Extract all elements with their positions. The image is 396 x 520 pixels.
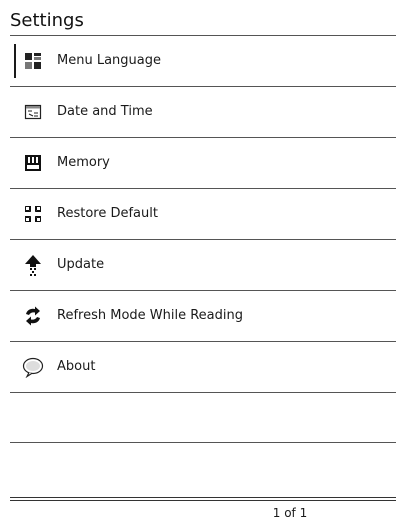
menu-item-label: Menu Language (57, 53, 161, 68)
menu-item-menu-language[interactable]: Menu Language (10, 35, 396, 86)
menu-item-refresh-mode-while-reading[interactable]: Refresh Mode While Reading (10, 290, 396, 341)
menu-item-label: Memory (57, 155, 110, 170)
language-icon (22, 50, 44, 72)
speech-bubble-icon (22, 356, 44, 379)
menu-item-label: Restore Default (57, 206, 158, 221)
footer-divider (10, 497, 396, 498)
menu-item-memory[interactable]: Memory (10, 137, 396, 188)
pagination-indicator: 1 of 1 (272, 506, 308, 520)
menu-item-restore-default[interactable]: Restore Default (10, 188, 396, 239)
menu-item-label: Refresh Mode While Reading (57, 308, 243, 323)
refresh-icon (22, 305, 44, 327)
menu-item-label: Date and Time (57, 104, 153, 119)
menu-item-label: About (57, 359, 96, 374)
page-title: Settings (10, 10, 84, 31)
menu-item-date-and-time[interactable]: Date and Time (10, 86, 396, 137)
memory-card-icon (22, 152, 44, 174)
menu-item-about[interactable]: About (10, 341, 396, 392)
calendar-icon (22, 101, 44, 123)
footer-divider (10, 500, 396, 501)
update-arrow-icon (22, 254, 44, 276)
menu-item-label: Update (57, 257, 105, 272)
restore-icon (22, 203, 44, 225)
settings-menu: Menu Language Date and Time Memory Resto… (10, 35, 396, 443)
empty-row (10, 392, 396, 443)
menu-item-update[interactable]: Update (10, 239, 396, 290)
selection-indicator (14, 44, 16, 78)
